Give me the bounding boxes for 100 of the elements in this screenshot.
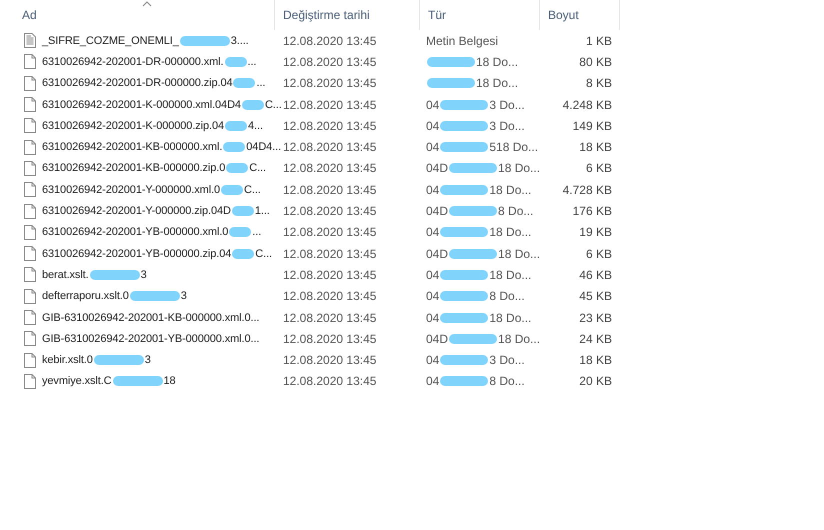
file-size: 4.248 KB — [562, 98, 613, 112]
file-size: 176 KB — [572, 204, 613, 218]
redaction-mark — [94, 355, 144, 366]
file-size: 1 KB — [584, 34, 613, 48]
modified-date: 12.08.2020 13:45 — [282, 161, 378, 176]
redaction-mark — [449, 163, 498, 174]
redaction-mark — [223, 142, 246, 152]
modified-date: 12.08.2020 13:45 — [282, 289, 378, 304]
modified-date: 12.08.2020 13:45 — [282, 204, 378, 218]
file-name: 04D4... — [246, 141, 282, 154]
file-size: 45 KB — [578, 289, 613, 304]
modified-date: 12.08.2020 13:45 — [282, 76, 378, 90]
modified-date: 12.08.2020 13:45 — [282, 332, 378, 346]
file-icon — [24, 97, 36, 112]
column-header[interactable]: Boyut — [540, 0, 620, 30]
redaction-mark — [440, 270, 488, 280]
redaction-mark — [440, 100, 488, 110]
redaction-mark — [440, 120, 488, 131]
file-icon — [24, 288, 36, 304]
redaction-mark — [130, 291, 180, 302]
file-name: GIB-6310026942-202001-YB-000000.xml.0... — [42, 332, 260, 345]
file-size: 8 KB — [584, 76, 613, 90]
file-icon — [24, 352, 36, 368]
file-name: 4... — [248, 120, 263, 132]
file-size: 46 KB — [578, 268, 613, 282]
column-header[interactable]: Tür — [420, 0, 540, 30]
modified-date: 12.08.2020 13:45 — [282, 353, 378, 368]
column-header[interactable]: Değiştirme tarihi — [275, 0, 420, 30]
file-icon — [24, 374, 36, 389]
redaction-mark — [427, 78, 475, 88]
redaction-mark — [449, 248, 498, 259]
file-type: 18 Do... — [498, 161, 540, 176]
file-name: 6310026942-202001-YB-000000.xml.0 — [42, 226, 228, 238]
file-type: 18 Do... — [498, 246, 540, 261]
file-type: 04 — [426, 268, 440, 282]
file-name: C... — [255, 248, 272, 260]
redaction-mark — [229, 227, 252, 238]
file-type: 04D — [426, 246, 448, 261]
file-name: berat.xslt. — [42, 268, 89, 281]
redaction-mark — [440, 376, 488, 386]
file-name: 6310026942-202001-KB-000000.zip.0 — [42, 162, 226, 174]
file-icon — [24, 310, 36, 325]
file-name: C... — [249, 162, 266, 174]
file-type: 18 Do... — [476, 76, 518, 90]
file-icon — [24, 331, 36, 346]
redaction-mark — [440, 227, 488, 238]
file-name: ... — [252, 226, 262, 238]
redaction-mark — [427, 56, 475, 67]
file-name: 6310026942-202001-Y-000000.xml.0 — [42, 184, 220, 196]
file-type: 18 Do... — [498, 332, 540, 346]
file-type: 18 Do... — [489, 225, 532, 240]
redaction-mark — [90, 270, 140, 280]
file-name: 3 — [180, 290, 187, 302]
file-type: 04 — [426, 118, 440, 133]
modified-date: 12.08.2020 13:45 — [282, 310, 378, 324]
redaction-mark — [180, 36, 230, 46]
modified-date: 12.08.2020 13:45 — [282, 374, 378, 388]
file-size: 18 KB — [578, 140, 613, 154]
modified-date: 12.08.2020 13:45 — [282, 118, 378, 133]
file-type: 04 — [426, 98, 440, 112]
file-type: 8 Do... — [489, 289, 525, 304]
file-type: Metin Belgesi — [426, 34, 498, 48]
redaction-mark — [449, 334, 498, 344]
redaction-mark — [440, 312, 488, 322]
file-type: 04 — [426, 182, 440, 197]
file-name: defterraporu.xslt.0 — [42, 290, 129, 302]
file-icon — [24, 246, 36, 262]
file-name: 3 — [144, 354, 151, 366]
file-icon — [24, 224, 36, 240]
file-name: 6310026942-202001-Y-000000.zip.04D — [42, 205, 231, 218]
modified-date: 12.08.2020 13:45 — [282, 225, 378, 240]
redaction-mark — [112, 376, 162, 386]
redaction-mark — [440, 142, 488, 152]
file-size: 6 KB — [584, 246, 613, 261]
column-header[interactable]: Ad — [0, 0, 275, 30]
redaction-mark — [232, 248, 254, 259]
file-type: 3 Do... — [489, 98, 525, 112]
file-icon — [24, 267, 36, 282]
file-size: 24 KB — [578, 332, 613, 346]
file-name: 6310026942-202001-K-000000.zip.04 — [42, 120, 224, 132]
redaction-mark — [225, 120, 248, 131]
redaction-mark — [221, 184, 244, 195]
file-icon — [24, 182, 36, 198]
redaction-mark — [224, 56, 246, 67]
modified-date: 12.08.2020 13:45 — [282, 182, 378, 197]
file-type: 04 — [426, 310, 440, 324]
file-type: 04D — [426, 204, 448, 218]
redaction-mark — [440, 291, 488, 302]
file-size: 20 KB — [578, 374, 613, 388]
file-name: 18 — [164, 375, 176, 388]
file-size: 23 KB — [578, 310, 613, 324]
file-type: 18 Do... — [489, 182, 532, 197]
redaction-mark — [232, 206, 254, 216]
file-type: 04 — [426, 225, 440, 240]
file-icon — [24, 140, 36, 155]
redaction-mark — [242, 100, 264, 110]
file-name: yevmiye.xslt.C — [42, 375, 112, 388]
modified-date: 12.08.2020 13:45 — [282, 268, 378, 282]
redaction-mark — [440, 355, 488, 366]
file-size: 18 KB — [578, 353, 613, 368]
